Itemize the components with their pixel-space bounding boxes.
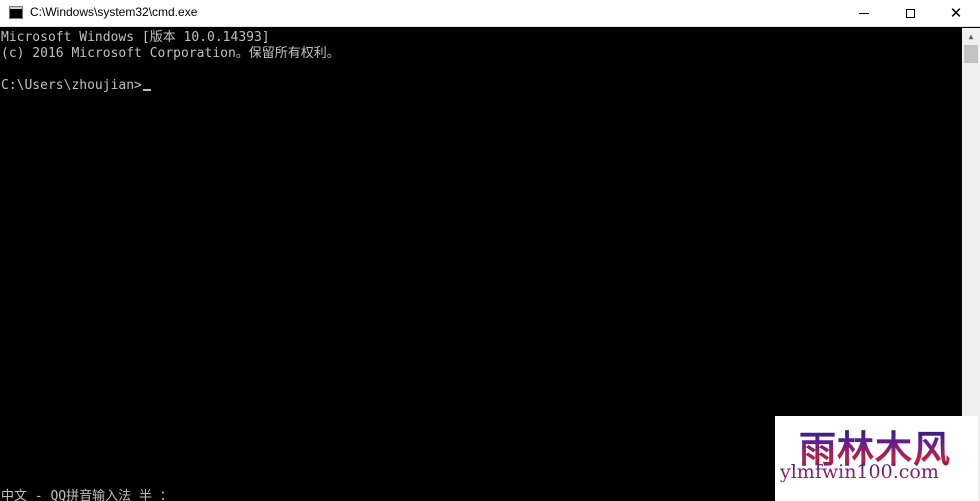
cmd-window: C:\Windows\system32\cmd.exe ✕ Microsoft … — [0, 0, 980, 501]
close-icon: ✕ — [949, 3, 963, 22]
text-cursor — [142, 89, 151, 91]
minimize-button[interactable] — [841, 0, 887, 26]
ime-status-bar: 中文 - QQ拼音输入法 半 ： — [1, 489, 173, 501]
console-prompt-line: C:\Users\zhoujian> — [1, 78, 151, 94]
scroll-up-arrow-icon[interactable]: ▲ — [962, 28, 980, 44]
title-bar[interactable]: C:\Windows\system32\cmd.exe ✕ — [0, 0, 980, 27]
prompt-text: C:\Users\zhoujian> — [1, 78, 142, 93]
window-title: C:\Windows\system32\cmd.exe — [30, 5, 198, 19]
watermark-url: ylmfwin100.com — [780, 461, 939, 483]
minimize-icon — [859, 12, 869, 14]
scrollbar-thumb[interactable] — [964, 45, 978, 63]
cmd-icon[interactable] — [9, 6, 23, 19]
console-line-version: Microsoft Windows [版本 10.0.14393] — [1, 30, 270, 45]
maximize-icon — [905, 8, 915, 18]
watermark-logo: 雨林木风 ylmfwin100.com — [775, 416, 978, 501]
close-button[interactable]: ✕ — [933, 0, 979, 26]
maximize-button[interactable] — [887, 0, 933, 26]
console-line-copyright: (c) 2016 Microsoft Corporation。保留所有权利。 — [1, 46, 340, 61]
